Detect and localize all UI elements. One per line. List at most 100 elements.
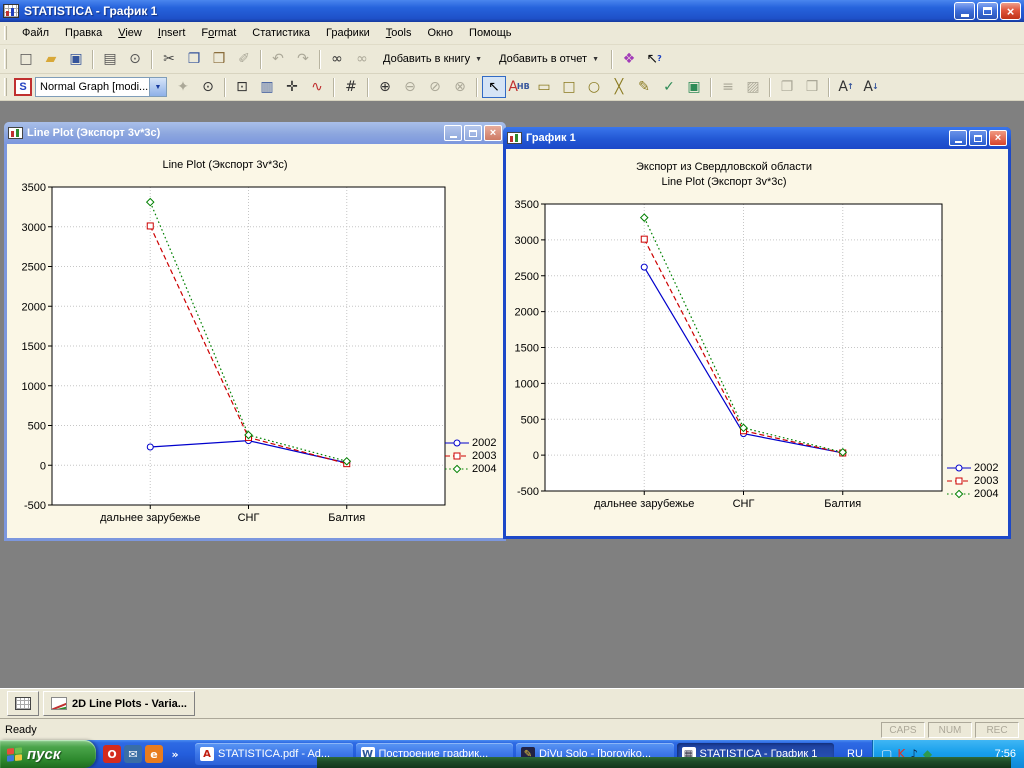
font-increase-icon[interactable]: A ↑ xyxy=(834,76,858,98)
child-close-button[interactable]: × xyxy=(989,130,1007,146)
menu-item-window[interactable]: Окно xyxy=(419,24,461,42)
graph-document-icon xyxy=(8,127,23,139)
toolbar-separator xyxy=(476,77,478,97)
toolbar-grip[interactable] xyxy=(4,26,7,40)
child-maximize-button[interactable] xyxy=(969,130,987,146)
add-to-report-button[interactable]: Добавить в отчет ▼ xyxy=(491,48,607,70)
select-mode-icon[interactable]: ⊡ xyxy=(230,76,254,98)
paste-icon[interactable]: ❒ xyxy=(207,48,231,70)
pointer-tool-icon-glyph: ↖ xyxy=(488,79,500,95)
menu-item-help[interactable]: Помощь xyxy=(461,24,520,42)
print-preview-icon[interactable]: ⊙ xyxy=(123,48,147,70)
copy-icon[interactable]: ❐ xyxy=(182,48,206,70)
svg-text:2500: 2500 xyxy=(22,262,46,274)
draw-ellipse-icon[interactable]: ○ xyxy=(582,76,606,98)
toolbar-separator xyxy=(319,49,321,69)
zoom-mode-icon-glyph: ⊙ xyxy=(202,79,214,95)
toolbar-grip[interactable] xyxy=(4,49,7,69)
child-minimize-button[interactable] xyxy=(444,125,462,141)
mini-graph-icon-glyph: ∿ xyxy=(311,79,323,95)
close-button[interactable]: × xyxy=(1000,2,1021,20)
print-icon[interactable]: ▤ xyxy=(98,48,122,70)
line-plot-titlebar[interactable]: Line Plot (Экспорт 3v*3c) × xyxy=(4,122,506,144)
chart-canvas[interactable]: -500 0 500 1000 1500 2000 2500 3000 3500 дальнее … xyxy=(9,180,447,528)
legend-item-2004: 2004 xyxy=(946,487,1006,500)
svg-text:0: 0 xyxy=(533,450,539,462)
menu-item-insert[interactable]: Insert xyxy=(150,24,194,42)
draw-polyline-icon-glyph: ╳ xyxy=(614,79,624,95)
chart-canvas[interactable]: -500 0 500 1000 1500 2000 2500 3000 3500 дальнее … xyxy=(508,191,952,511)
minimize-button[interactable] xyxy=(954,2,975,20)
start-label: пуск xyxy=(27,745,61,763)
chart-title: Line Plot (Экспорт 3v*3c) xyxy=(7,158,443,173)
zoom-in-icon[interactable]: ⊕ xyxy=(373,76,397,98)
window-controls: × xyxy=(954,2,1021,20)
menu-item-edit[interactable]: Правка xyxy=(57,24,110,42)
pdf-icon: A xyxy=(200,747,214,761)
menu-item-statistics[interactable]: Статистика xyxy=(244,24,318,42)
draw-check-icon[interactable]: ✓ xyxy=(657,76,681,98)
svg-text:3500: 3500 xyxy=(22,182,46,194)
draw-freehand-icon[interactable]: ✎ xyxy=(632,76,656,98)
child-close-button[interactable]: × xyxy=(484,125,502,141)
menu-item-tools[interactable]: Tools xyxy=(378,24,420,42)
child-minimize-button[interactable] xyxy=(949,130,967,146)
menu-item-view[interactable]: View xyxy=(110,24,150,42)
zoom-mode-icon[interactable]: ⊙ xyxy=(196,76,220,98)
font-decrease-icon[interactable]: A ↓ xyxy=(859,76,883,98)
status-bar: Ready CAPS NUM REC xyxy=(0,718,1024,740)
draw-ellipse-icon-glyph: ○ xyxy=(587,79,601,95)
more-toolbars-icon[interactable]: » xyxy=(166,745,184,763)
context-help-icon[interactable]: ↖? xyxy=(642,48,666,70)
legend-label: 2003 xyxy=(974,474,999,487)
maximize-button[interactable] xyxy=(977,2,998,20)
graph-style-value: Normal Graph [modi... xyxy=(40,81,149,93)
grid-options-icon-glyph: # xyxy=(345,79,357,95)
menu-item-graphs[interactable]: Графики xyxy=(318,24,378,42)
legend-item-2004: 2004 xyxy=(444,462,500,475)
line-plots-window-button[interactable]: 2D Line Plots - Varia... xyxy=(43,691,195,716)
move-resize-icon[interactable]: ✛ xyxy=(280,76,304,98)
pointer-tool-icon[interactable]: ↖ xyxy=(482,76,506,98)
new-document-icon[interactable]: □ xyxy=(14,48,38,70)
combobox-arrow-icon[interactable]: ▼ xyxy=(149,78,166,96)
statistica-window-button[interactable] xyxy=(7,691,39,716)
new-document-icon-glyph: □ xyxy=(19,51,33,67)
help-book-icon[interactable]: ❖ xyxy=(617,48,641,70)
draw-rect-icon[interactable]: ▭ xyxy=(532,76,556,98)
open-folder-icon[interactable]: ▰ xyxy=(39,48,63,70)
redo-icon-glyph: ↷ xyxy=(297,51,309,67)
zoom-out-icon-glyph: ⊖ xyxy=(404,79,416,95)
graph-style-combobox[interactable]: Normal Graph [modi... ▼ xyxy=(35,77,167,97)
menu-item-format[interactable]: Format xyxy=(193,24,244,42)
find-icon[interactable]: ∞ xyxy=(325,48,349,70)
draw-rect-icon-glyph: ▭ xyxy=(537,79,551,95)
add-to-workbook-button[interactable]: Добавить в книгу ▼ xyxy=(375,48,490,70)
app-titlebar[interactable]: STATISTICA - График 1 × xyxy=(0,0,1024,22)
status-indicator-num: NUM xyxy=(928,721,972,738)
legend-label: 2004 xyxy=(974,487,999,500)
status-indicator-caps: CAPS xyxy=(881,721,925,738)
text-tool-icon[interactable]: A HB xyxy=(507,76,531,98)
mail-icon[interactable]: ✉ xyxy=(124,745,142,763)
start-button[interactable]: пуск xyxy=(0,740,96,768)
save-icon[interactable]: ▣ xyxy=(64,48,88,70)
grafik-window-title: График 1 xyxy=(526,132,576,144)
send-back-icon-glyph: ❒ xyxy=(805,79,819,95)
draw-round-rect-icon[interactable]: □ xyxy=(557,76,581,98)
menu-item-file[interactable]: Файл xyxy=(14,24,57,42)
svg-text:0: 0 xyxy=(40,460,46,472)
toolbar-grip[interactable] xyxy=(4,78,7,96)
child-maximize-button[interactable] xyxy=(464,125,482,141)
opera-icon[interactable]: O xyxy=(103,745,121,763)
grafik-titlebar[interactable]: График 1 × xyxy=(503,127,1011,149)
mini-graph-icon[interactable]: ∿ xyxy=(305,76,329,98)
grid-options-icon[interactable]: # xyxy=(339,76,363,98)
cut-icon[interactable]: ✂ xyxy=(157,48,181,70)
firefox-icon[interactable]: e xyxy=(145,745,163,763)
toolbar-separator xyxy=(710,77,712,97)
screen-catcher-icon[interactable]: ▣ xyxy=(682,76,706,98)
draw-polyline-icon[interactable]: ╳ xyxy=(607,76,631,98)
menu-bar: Файл Правка View Insert Format Статистика Граф… xyxy=(0,22,1024,45)
graph-options-icon[interactable]: ▥ xyxy=(255,76,279,98)
